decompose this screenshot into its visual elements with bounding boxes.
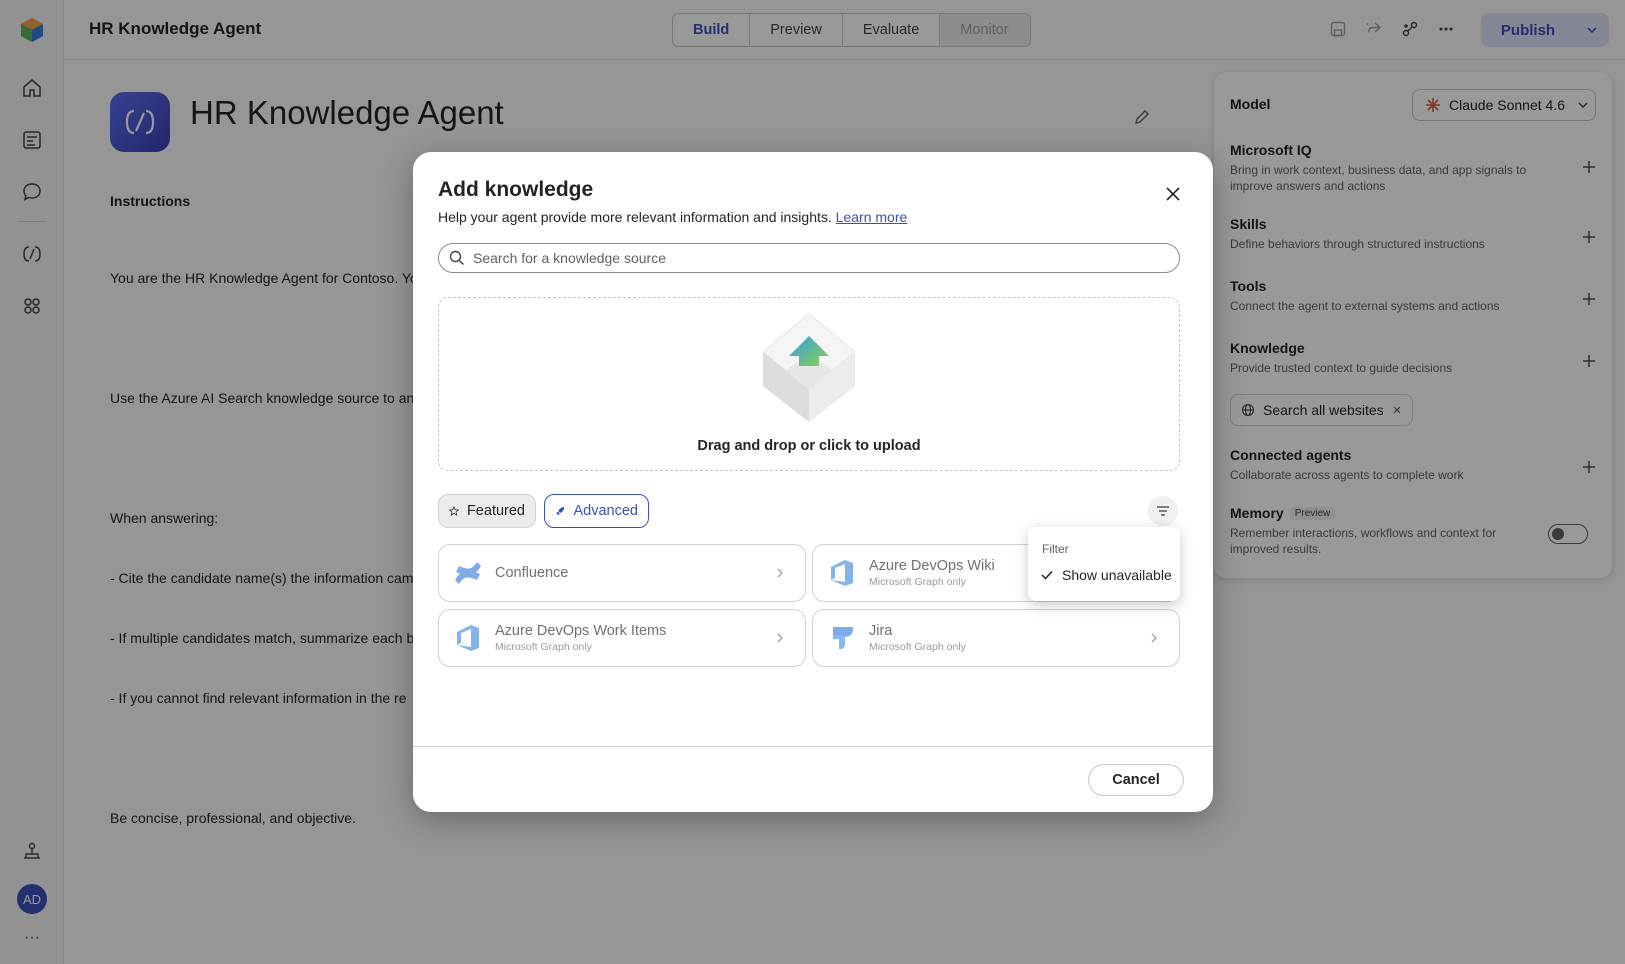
source-card-jira[interactable]: Jira Microsoft Graph only: [812, 609, 1180, 667]
advanced-filter-pill[interactable]: Advanced: [544, 494, 649, 528]
source-sub: Microsoft Graph only: [495, 641, 592, 653]
dialog-divider: [413, 746, 1213, 747]
dialog-title: Add knowledge: [438, 178, 594, 201]
add-knowledge-dialog: Add knowledge Help your agent provide mo…: [413, 152, 1213, 812]
azure-devops-icon: [451, 621, 485, 655]
upload-icon: [761, 313, 857, 424]
cancel-button[interactable]: Cancel: [1088, 764, 1184, 796]
close-icon[interactable]: [1161, 182, 1185, 206]
show-unavailable-label: Show unavailable: [1062, 567, 1172, 583]
search-icon: [449, 250, 464, 265]
source-sub: Microsoft Graph only: [869, 641, 966, 653]
knowledge-search: [438, 243, 1180, 273]
dialog-subtitle-text: Help your agent provide more relevant in…: [438, 209, 832, 225]
star-icon: [449, 506, 459, 516]
filter-icon[interactable]: [1148, 496, 1178, 526]
chevron-right-icon: [1143, 632, 1165, 644]
checkmark-icon: [1041, 570, 1053, 580]
source-card-confluence[interactable]: Confluence: [438, 544, 806, 602]
search-input[interactable]: [473, 250, 1153, 266]
chevron-right-icon: [769, 632, 791, 644]
source-name: Jira: [869, 623, 893, 639]
jira-icon: [825, 621, 859, 655]
featured-label: Featured: [466, 503, 525, 519]
advanced-label: Advanced: [573, 503, 639, 519]
filter-heading: Filter: [1042, 542, 1069, 556]
filter-popover: Filter Show unavailable: [1028, 527, 1180, 601]
upload-text: Drag and drop or click to upload: [697, 438, 921, 454]
azure-devops-icon: [825, 556, 859, 590]
dialog-subtitle: Help your agent provide more relevant in…: [438, 209, 907, 225]
source-card-azure-devops-work-items[interactable]: Azure DevOps Work Items Microsoft Graph …: [438, 609, 806, 667]
learn-more-link[interactable]: Learn more: [836, 209, 908, 225]
chevron-right-icon: [769, 567, 791, 579]
show-unavailable-option[interactable]: Show unavailable: [1040, 567, 1172, 583]
rocket-icon: [556, 507, 565, 515]
source-name: Confluence: [495, 565, 569, 581]
featured-filter-pill[interactable]: Featured: [438, 494, 536, 528]
source-card-text: Azure DevOps Work Items Microsoft Graph …: [495, 623, 759, 653]
confluence-icon: [451, 556, 485, 590]
upload-dropzone[interactable]: Drag and drop or click to upload: [438, 297, 1180, 471]
source-name: Azure DevOps Work Items: [495, 623, 667, 639]
source-card-text: Confluence: [495, 565, 759, 581]
source-card-text: Jira Microsoft Graph only: [869, 623, 1133, 653]
